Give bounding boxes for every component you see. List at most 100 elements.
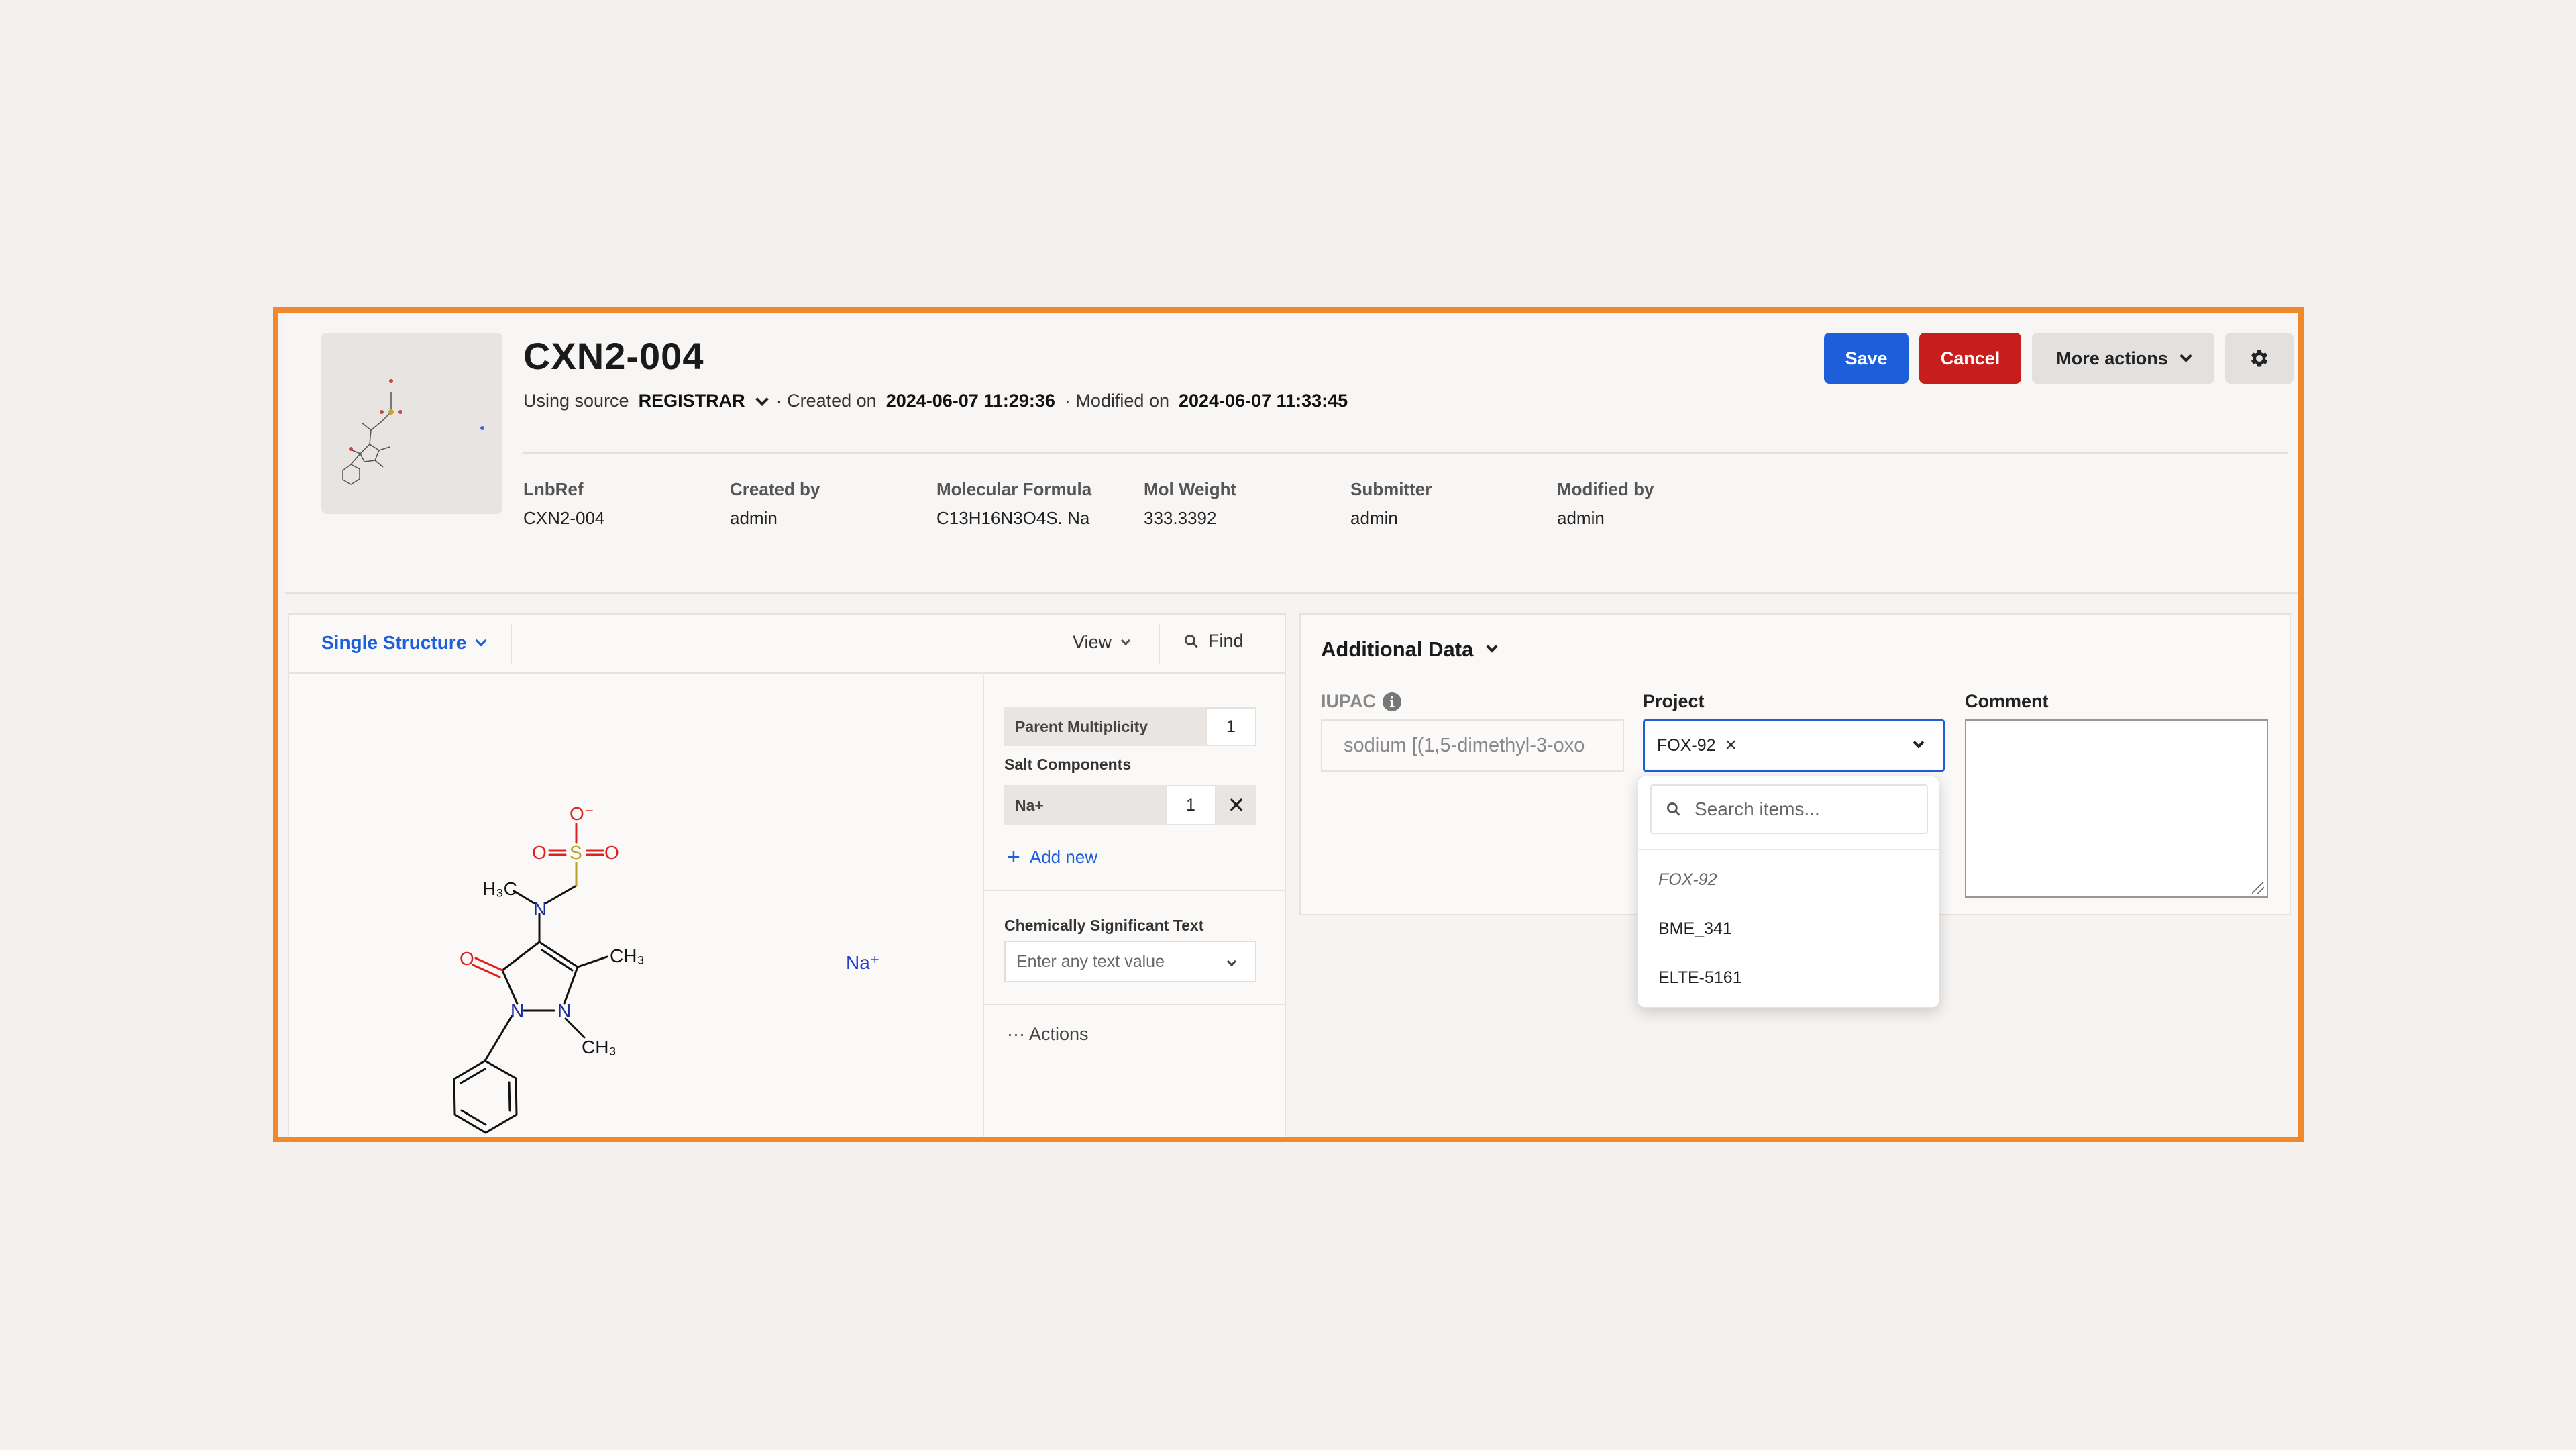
molecule-drawing: O⁻ O S O H₃C N O CH₃ N N CH₃ Na⁺ bbox=[453, 803, 880, 1134]
find-label: Find bbox=[1208, 631, 1244, 651]
sulfur-label: S bbox=[570, 842, 582, 863]
iupac-label-row: IUPAC i bbox=[1321, 691, 1402, 712]
methyl-label: H₃C bbox=[482, 878, 517, 899]
iupac-label: IUPAC bbox=[1321, 691, 1377, 711]
cancel-button[interactable]: Cancel bbox=[1919, 333, 2021, 384]
meta-label: Submitter bbox=[1350, 479, 1432, 499]
record-title: CXN2-004 bbox=[523, 335, 704, 377]
record-header: CXN2-004 Using source REGISTRAR · Create… bbox=[285, 313, 2298, 594]
salt-count-input[interactable]: 1 bbox=[1165, 785, 1216, 825]
dropdown-option[interactable]: BME_341 bbox=[1658, 919, 1732, 939]
salt-name: Na+ bbox=[1004, 785, 1165, 825]
using-source-label: Using source bbox=[523, 391, 629, 411]
find-button[interactable]: Find bbox=[1183, 631, 1244, 652]
oxygen-label: O bbox=[604, 842, 619, 863]
project-select[interactable]: FOX-92 × bbox=[1643, 719, 1945, 772]
comment-textarea[interactable] bbox=[1965, 719, 2268, 898]
gear-icon bbox=[2251, 350, 2268, 367]
save-button[interactable]: Save bbox=[1824, 333, 1909, 384]
section-divider bbox=[984, 890, 1285, 891]
nitrogen-label: N bbox=[511, 1000, 524, 1021]
cst-select[interactable]: Enter any text value bbox=[1004, 941, 1256, 982]
more-actions-button[interactable]: More actions bbox=[2032, 333, 2214, 384]
iupac-field[interactable]: sodium [(1,5-dimethyl-3-oxo bbox=[1321, 719, 1624, 772]
source-select[interactable]: REGISTRAR bbox=[639, 391, 745, 411]
add-new-salt-button[interactable]: + Add new bbox=[1007, 844, 1097, 870]
cst-label: Chemically Significant Text bbox=[1004, 917, 1204, 934]
nitrogen-label: N bbox=[533, 898, 547, 919]
section-divider bbox=[984, 1004, 1285, 1005]
dropdown-option[interactable]: FOX-92 bbox=[1658, 870, 1717, 890]
structure-canvas[interactable]: O⁻ O S O H₃C N O CH₃ N N CH₃ Na⁺ bbox=[289, 675, 983, 1137]
actions-menu-button[interactable]: ··· Actions bbox=[1007, 1024, 1089, 1045]
project-dropdown: Search items... FOX-92 BME_341 ELTE-5161 bbox=[1638, 776, 1939, 1008]
meta-value: 333.3392 bbox=[1144, 508, 1217, 528]
additional-data-title: Additional Data bbox=[1321, 637, 1474, 661]
cst-placeholder: Enter any text value bbox=[1016, 951, 1165, 971]
meta-label: Modified by bbox=[1557, 479, 1654, 499]
remove-salt-button[interactable]: ✕ bbox=[1216, 785, 1256, 825]
meta-value: admin bbox=[730, 508, 777, 528]
nitrogen-label: N bbox=[557, 1000, 571, 1021]
remove-tag-icon[interactable]: × bbox=[1725, 734, 1737, 757]
meta-modified-by: Modified by admin bbox=[1557, 479, 1654, 529]
project-tag-label: FOX-92 bbox=[1657, 735, 1716, 755]
plus-icon: + bbox=[1007, 844, 1020, 870]
structure-properties: Parent Multiplicity 1 Salt Components Na… bbox=[983, 675, 1285, 1137]
modified-date: 2024-06-07 11:33:45 bbox=[1178, 391, 1348, 411]
info-icon[interactable]: i bbox=[1383, 692, 1402, 711]
structure-thumbnail-image bbox=[342, 379, 484, 485]
record-subline: Using source REGISTRAR · Created on 2024… bbox=[523, 391, 1348, 411]
app-window: CXN2-004 Using source REGISTRAR · Create… bbox=[273, 307, 2304, 1142]
salt-components-label: Salt Components bbox=[1004, 756, 1132, 773]
meta-label: Created by bbox=[730, 479, 820, 499]
chevron-down-icon bbox=[1226, 956, 1237, 967]
meta-label: LnbRef bbox=[523, 479, 584, 499]
created-date: 2024-06-07 11:29:36 bbox=[885, 391, 1055, 411]
oxygen-label: O bbox=[460, 948, 474, 969]
meta-value: C13H16N3O4S. Na bbox=[936, 508, 1090, 528]
parent-multiplicity-row: Parent Multiplicity 1 bbox=[1004, 707, 1256, 746]
meta-molecular-formula: Molecular Formula C13H16N3O4S. Na bbox=[936, 479, 1091, 529]
view-label: View bbox=[1073, 632, 1112, 652]
structure-mode-select[interactable]: Single Structure bbox=[321, 632, 487, 654]
meta-value: CXN2-004 bbox=[523, 508, 605, 528]
chevron-down-icon bbox=[1120, 635, 1131, 645]
chevron-down-icon bbox=[2180, 349, 2192, 362]
project-label: Project bbox=[1643, 691, 1705, 711]
methyl-label: CH₃ bbox=[582, 1037, 616, 1057]
resize-handle-icon[interactable] bbox=[2252, 882, 2264, 894]
salt-component-row: Na+ 1 ✕ bbox=[1004, 785, 1256, 825]
search-icon bbox=[1184, 634, 1198, 648]
meta-mol-weight: Mol Weight 333.3392 bbox=[1144, 479, 1236, 529]
chevron-down-icon bbox=[1486, 641, 1498, 653]
chevron-down-icon[interactable] bbox=[1913, 737, 1925, 749]
additional-data-toggle[interactable]: Additional Data bbox=[1321, 637, 1498, 662]
header-divider bbox=[523, 452, 2288, 454]
dropdown-divider bbox=[1638, 849, 1939, 850]
chevron-down-icon[interactable] bbox=[755, 392, 769, 406]
search-icon bbox=[1666, 802, 1680, 816]
structure-toolbar: Single Structure View Find bbox=[289, 615, 1285, 674]
methyl-label: CH₃ bbox=[610, 945, 645, 966]
meta-created-by: Created by admin bbox=[730, 479, 820, 529]
meta-value: admin bbox=[1557, 508, 1605, 528]
structure-thumbnail[interactable] bbox=[321, 333, 502, 514]
sodium-ion-label: Na⁺ bbox=[846, 952, 880, 973]
meta-label: Mol Weight bbox=[1144, 479, 1237, 499]
parent-multiplicity-input[interactable]: 1 bbox=[1205, 707, 1256, 746]
view-menu-button[interactable]: View bbox=[1073, 632, 1131, 653]
structure-mode-label: Single Structure bbox=[321, 632, 467, 653]
meta-submitter: Submitter admin bbox=[1350, 479, 1432, 529]
meta-value: admin bbox=[1350, 508, 1398, 528]
dropdown-search-input[interactable]: Search items... bbox=[1650, 784, 1928, 834]
meta-label: Molecular Formula bbox=[936, 479, 1092, 499]
modified-label: · Modified on bbox=[1064, 391, 1169, 411]
created-label: · Created on bbox=[775, 391, 877, 411]
dropdown-option[interactable]: ELTE-5161 bbox=[1658, 968, 1742, 988]
settings-button[interactable] bbox=[2225, 333, 2294, 384]
close-icon: ✕ bbox=[1227, 793, 1246, 817]
more-actions-label: More actions bbox=[2056, 348, 2168, 368]
add-new-label: Add new bbox=[1029, 847, 1098, 867]
chevron-down-icon bbox=[475, 635, 487, 647]
